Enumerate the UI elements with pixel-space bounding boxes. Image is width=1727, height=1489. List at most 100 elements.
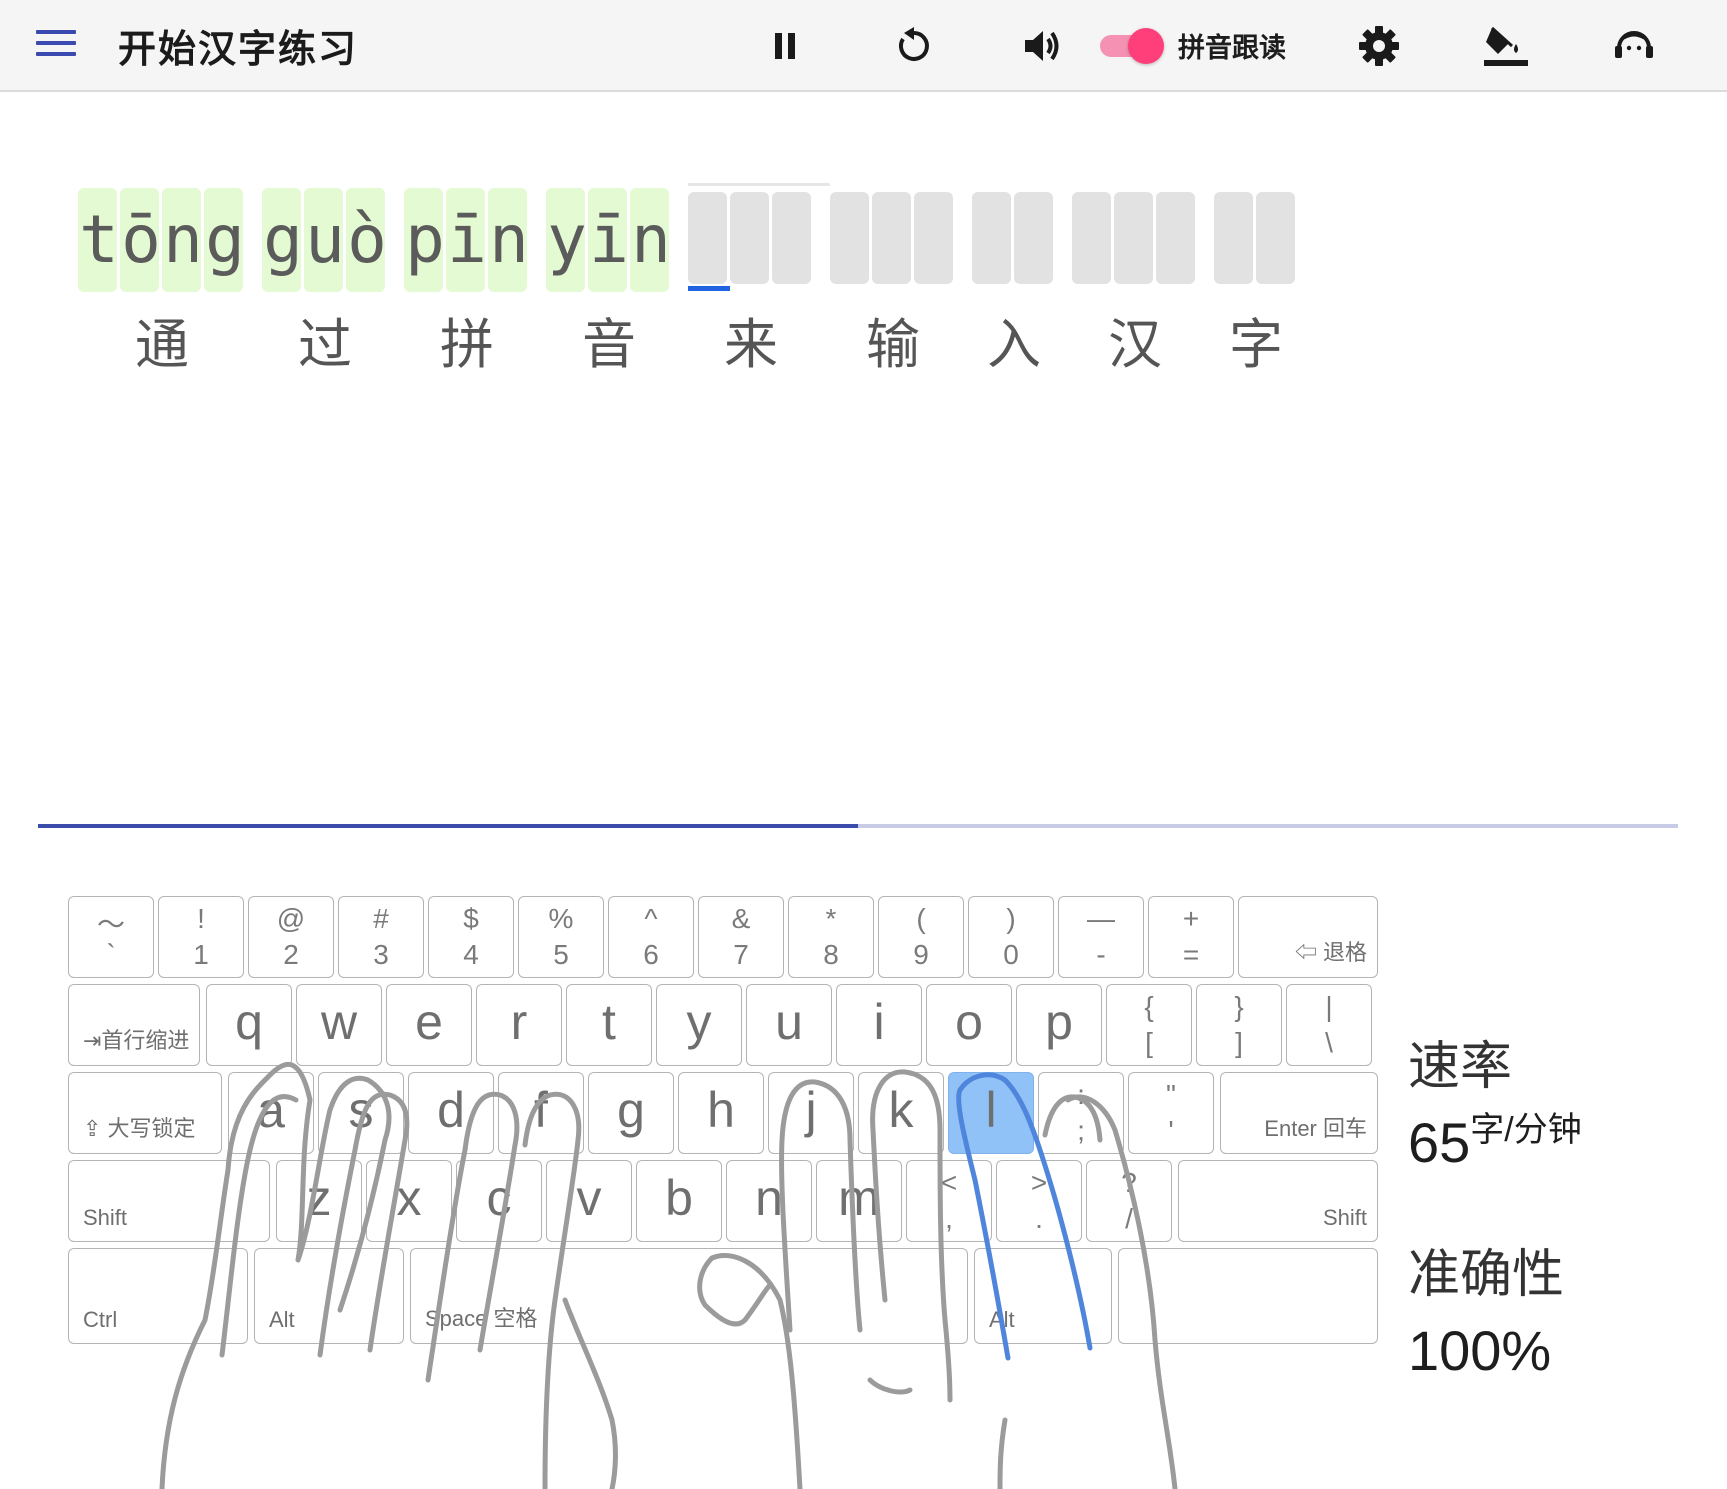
key-q[interactable]: q bbox=[206, 984, 292, 1066]
key-`[interactable]: ～ ` bbox=[68, 896, 154, 978]
key-6[interactable]: ^ 6 bbox=[608, 896, 694, 978]
key-shift-symbol: ^ bbox=[644, 903, 658, 934]
key-alt-left[interactable]: Alt bbox=[254, 1248, 404, 1344]
pinyin-letter-cell: ī bbox=[588, 188, 629, 292]
key-v[interactable]: v bbox=[546, 1160, 632, 1242]
key-1[interactable]: ! 1 bbox=[158, 896, 244, 978]
key-k[interactable]: k bbox=[858, 1072, 944, 1154]
pinyin-read-toggle[interactable] bbox=[1098, 28, 1164, 64]
key-letter: n bbox=[755, 1170, 783, 1226]
key-symbol: 1 bbox=[193, 939, 209, 970]
key-g[interactable]: g bbox=[588, 1072, 674, 1154]
hanzi-char: 过 bbox=[298, 313, 352, 376]
key-/[interactable]: ? / bbox=[1086, 1160, 1172, 1242]
key-letter: s bbox=[348, 1082, 374, 1138]
key-4[interactable]: $4 bbox=[428, 896, 514, 978]
key-caps-lock[interactable]: ⇪ 大写锁定 bbox=[68, 1072, 222, 1154]
key-label: Space 空格 bbox=[425, 1306, 538, 1331]
key-0[interactable]: ) 0 bbox=[968, 896, 1054, 978]
key-label: Alt bbox=[989, 1307, 1015, 1332]
key-2[interactable]: @2 bbox=[248, 896, 334, 978]
key-;[interactable]: :; bbox=[1038, 1072, 1124, 1154]
hanzi-char: 入 bbox=[987, 313, 1041, 376]
hanzi-char: 音 bbox=[582, 313, 636, 376]
pinyin-letter-cell: ī bbox=[446, 188, 487, 292]
theme-fill-icon[interactable] bbox=[1482, 22, 1530, 70]
key-'[interactable]: " ' bbox=[1128, 1072, 1214, 1154]
restart-icon[interactable] bbox=[890, 22, 938, 70]
support-headset-icon[interactable] bbox=[1610, 22, 1658, 70]
pinyin-letter: ò bbox=[347, 201, 387, 278]
pinyin-empty-cell bbox=[772, 192, 811, 284]
key-alt-right[interactable]: Alt bbox=[974, 1248, 1112, 1344]
key-letter: r bbox=[510, 994, 528, 1050]
key-letter: p bbox=[1045, 994, 1073, 1050]
key-label: Shift bbox=[1322, 1205, 1367, 1230]
pinyin-letter: t bbox=[79, 201, 119, 278]
key-[[interactable]: {[ bbox=[1106, 984, 1192, 1066]
key-symbol: - bbox=[1096, 939, 1106, 970]
key-w[interactable]: w bbox=[296, 984, 382, 1066]
key-c[interactable]: c bbox=[456, 1160, 542, 1242]
key-blank[interactable] bbox=[1118, 1248, 1378, 1344]
key-p[interactable]: p bbox=[1016, 984, 1102, 1066]
key-e[interactable]: e bbox=[386, 984, 472, 1066]
pinyin-letter-cell: t bbox=[78, 188, 119, 292]
key-letter: j bbox=[805, 1082, 817, 1138]
key-l[interactable]: l bbox=[948, 1072, 1034, 1154]
key-3[interactable]: #3 bbox=[338, 896, 424, 978]
key-tab[interactable]: ⇥首行缩进 bbox=[68, 984, 200, 1066]
key-letter: l bbox=[985, 1082, 997, 1138]
key-7[interactable]: & 7 bbox=[698, 896, 784, 978]
key-shift-left[interactable]: Shift bbox=[68, 1160, 270, 1242]
key-symbol: 7 bbox=[733, 939, 749, 970]
key-shift-right[interactable]: Shift bbox=[1178, 1160, 1378, 1242]
key-n[interactable]: n bbox=[726, 1160, 812, 1242]
key-h[interactable]: h bbox=[678, 1072, 764, 1154]
key-space[interactable]: Space 空格 bbox=[410, 1248, 968, 1344]
key-d[interactable]: d bbox=[408, 1072, 494, 1154]
key-u[interactable]: u bbox=[746, 984, 832, 1066]
key-shift-symbol: | bbox=[1325, 991, 1333, 1022]
key-\[interactable]: | \ bbox=[1286, 984, 1372, 1066]
key-f[interactable]: f bbox=[498, 1072, 584, 1154]
key-8[interactable]: * 8 bbox=[788, 896, 874, 978]
key-,[interactable]: <, bbox=[906, 1160, 992, 1242]
key-r[interactable]: r bbox=[476, 984, 562, 1066]
key-z[interactable]: z bbox=[276, 1160, 362, 1242]
key-letter: d bbox=[437, 1082, 465, 1138]
key-shift-symbol: ! bbox=[197, 903, 205, 934]
key--[interactable]: — - bbox=[1058, 896, 1144, 978]
key-enter[interactable]: Enter 回车 bbox=[1220, 1072, 1378, 1154]
key-y[interactable]: y bbox=[656, 984, 742, 1066]
key-b[interactable]: b bbox=[636, 1160, 722, 1242]
key-symbol: 8 bbox=[823, 939, 839, 970]
key-5[interactable]: % 5 bbox=[518, 896, 604, 978]
pinyin-letter-cell: n bbox=[488, 188, 529, 292]
pinyin-letter: u bbox=[305, 201, 345, 278]
key-][interactable]: }] bbox=[1196, 984, 1282, 1066]
pinyin-letter-cell: u bbox=[304, 188, 345, 292]
key-x[interactable]: x bbox=[366, 1160, 452, 1242]
key-i[interactable]: i bbox=[836, 984, 922, 1066]
key-backspace[interactable]: ⇦ 退格 bbox=[1238, 896, 1378, 978]
settings-icon[interactable] bbox=[1355, 22, 1403, 70]
menu-icon[interactable] bbox=[36, 30, 76, 60]
key-.[interactable]: >. bbox=[996, 1160, 1082, 1242]
key-letter: o bbox=[955, 994, 983, 1050]
key-s[interactable]: s bbox=[318, 1072, 404, 1154]
volume-icon[interactable] bbox=[1018, 22, 1066, 70]
key-letter: w bbox=[320, 994, 358, 1050]
key-j[interactable]: j bbox=[768, 1072, 854, 1154]
key-m[interactable]: m bbox=[816, 1160, 902, 1242]
key-=[interactable]: + = bbox=[1148, 896, 1234, 978]
key-ctrl[interactable]: Ctrl bbox=[68, 1248, 248, 1344]
pause-icon[interactable] bbox=[762, 22, 810, 70]
key-a[interactable]: a bbox=[228, 1072, 314, 1154]
key-o[interactable]: o bbox=[926, 984, 1012, 1066]
pinyin-empty-cell bbox=[1214, 192, 1253, 284]
key-t[interactable]: t bbox=[566, 984, 652, 1066]
key-symbol: 3 bbox=[373, 939, 389, 970]
pinyin-empty-cell bbox=[830, 192, 869, 284]
key-9[interactable]: (9 bbox=[878, 896, 964, 978]
